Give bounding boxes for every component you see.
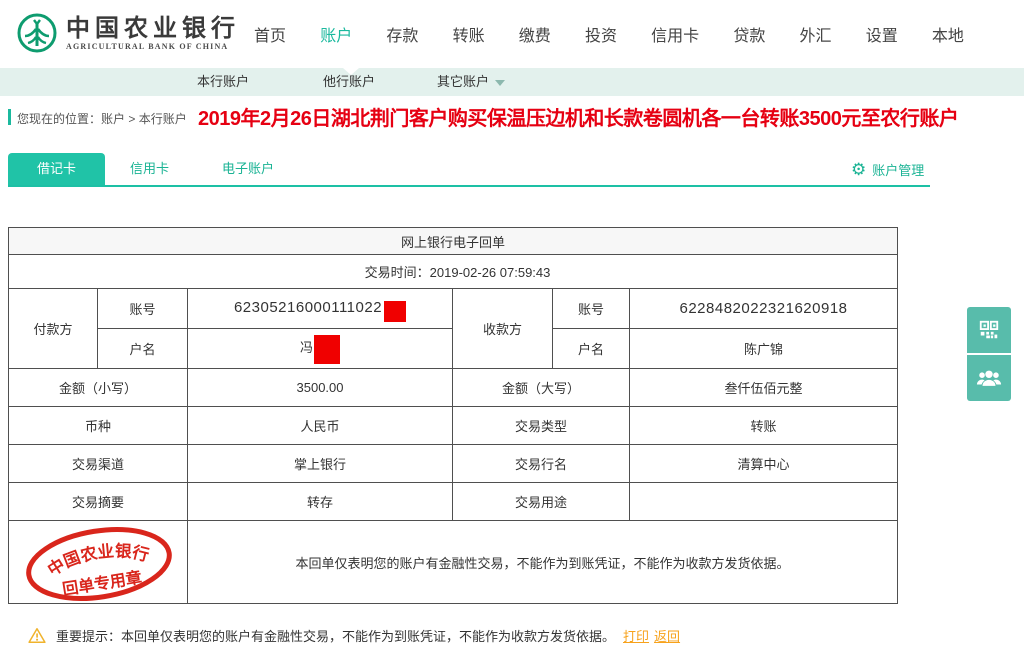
subnav-item-other-bank-accounts[interactable]: 他行账户 [323, 68, 375, 96]
payer-account-label: 账号 [97, 288, 188, 329]
account-manage-label: 账户管理 [872, 162, 925, 178]
subnav-other-label: 其它账户 [437, 74, 490, 89]
bank-name-label: 交易行名 [452, 444, 630, 483]
floating-toolbar [967, 307, 1011, 401]
bank-name-value: 清算中心 [628, 444, 899, 483]
subnav-item-own-accounts[interactable]: 本行账户 [197, 68, 249, 96]
redaction-box [314, 335, 340, 364]
nav-item-deposits[interactable]: 存款 [386, 22, 418, 46]
bank-receipt-stamp: 中国农业银行 回单专用章 [26, 527, 172, 601]
payee-name-label: 户名 [552, 328, 630, 369]
nav-item-transfer[interactable]: 转账 [453, 22, 485, 46]
payee-account-cell: 6228482022321620918 [628, 288, 899, 329]
chevron-down-icon [495, 79, 506, 86]
footer-notice: 重要提示：本回单仅表明您的账户有金融性交易，不能作为到账凭证，不能作为收款方发货… [28, 626, 988, 645]
summary-label: 交易摘要 [8, 482, 188, 521]
back-link[interactable]: 返回 [654, 626, 680, 645]
transaction-time-label: 交易时间： [364, 265, 430, 280]
nav-item-settings[interactable]: 设置 [866, 22, 898, 46]
print-link[interactable]: 打印 [623, 626, 649, 645]
payer-name-value: 冯 [299, 339, 313, 355]
breadcrumb-prefix: 您现在的位置： [17, 112, 102, 126]
breadcrumb: 您现在的位置：账户 > 本行账户 [17, 110, 187, 127]
amount-figures-label: 金额（小写） [8, 368, 188, 407]
payee-account-number: 6228482022321620918 [679, 300, 848, 317]
transaction-time-value: 2019-02-26 07:59:43 [429, 265, 551, 280]
top-navigation: 首页 账户 存款 转账 缴费 投资 信用卡 贷款 外汇 设置 本地 [254, 0, 964, 68]
important-notice-text: 重要提示：本回单仅表明您的账户有金融性交易，不能作为到账凭证，不能作为收款方发货… [56, 629, 616, 644]
nav-item-investment[interactable]: 投资 [585, 22, 617, 46]
brand-name-cn: 中国农业银行 [66, 14, 240, 42]
transaction-time-row: 交易时间：2019-02-26 07:59:43 [7, 254, 899, 289]
summary-value: 转存 [187, 482, 453, 521]
breadcrumb-accent-bar [8, 109, 11, 125]
receipt-disclaimer: 本回单仅表明您的账户有金融性交易，不能作为到账凭证，不能作为收款方发货依据。 [186, 520, 899, 604]
account-manage-button[interactable]: ⚙ 账户管理 [851, 153, 924, 185]
nav-item-forex[interactable]: 外汇 [800, 22, 832, 46]
contacts-icon [976, 370, 1002, 386]
gear-icon: ⚙ [851, 159, 867, 179]
abc-online-banking-page: 中国农业银行 AGRICULTURAL BANK OF CHINA 首页 账户 … [0, 0, 1024, 653]
breadcrumb-path: 账户 > 本行账户 [101, 112, 187, 126]
amount-figures-value: 3500.00 [187, 368, 453, 407]
stamp-cell: 中国农业银行 回单专用章 [8, 520, 188, 604]
brand-name-en: AGRICULTURAL BANK OF CHINA [66, 41, 229, 51]
purpose-value [628, 482, 899, 521]
redaction-box [384, 301, 407, 322]
payer-account-number: 62305216000111022 [233, 298, 383, 316]
qr-code-icon [979, 320, 999, 339]
payee-name-value: 陈广锦 [744, 342, 784, 357]
amount-words-label: 金额（大写） [452, 368, 630, 407]
payer-group-label: 付款方 [8, 288, 98, 369]
bank-logo[interactable]: 中国农业银行 AGRICULTURAL BANK OF CHINA [16, 12, 240, 54]
stamp-type-text: 回单专用章 [61, 568, 143, 599]
sub-navigation: 本行账户 他行账户 其它账户 [0, 68, 1024, 96]
e-receipt-table: 网上银行电子回单 交易时间：2019-02-26 07:59:43 付款方 账号… [7, 227, 899, 604]
currency-label: 币种 [8, 406, 188, 445]
subnav-item-other-accounts[interactable]: 其它账户 [437, 68, 506, 96]
receipt-title: 网上银行电子回单 [7, 227, 899, 255]
nav-item-home[interactable]: 首页 [254, 22, 286, 46]
payee-account-label: 账号 [552, 288, 630, 329]
payer-account-cell: 62305216000111022 [187, 288, 453, 329]
tab-debit-card[interactable]: 借记卡 [8, 153, 105, 185]
tab-credit-card[interactable]: 信用卡 [130, 153, 169, 185]
header: 中国农业银行 AGRICULTURAL BANK OF CHINA 首页 账户 … [0, 0, 1024, 68]
currency-value: 人民币 [187, 406, 453, 445]
payer-name-cell: 冯 [187, 328, 453, 369]
amount-words-value: 叁仟伍佰元整 [628, 368, 899, 407]
nav-item-accounts[interactable]: 账户 [320, 22, 352, 46]
channel-label: 交易渠道 [8, 444, 188, 483]
payee-group-label: 收款方 [452, 288, 553, 369]
account-tabs: 借记卡 信用卡 电子账户 ⚙ 账户管理 [0, 153, 1024, 187]
warning-icon [28, 628, 46, 643]
channel-value: 掌上银行 [187, 444, 453, 483]
purpose-label: 交易用途 [452, 482, 630, 521]
abc-bank-logo-icon [17, 13, 57, 53]
qr-code-button[interactable] [967, 307, 1011, 353]
contacts-button[interactable] [967, 355, 1011, 401]
red-annotation-text: 2019年2月26日湖北荆门客户购买保温压边机和长款卷圆机各一台转账3500元至… [198, 108, 959, 130]
tab-electronic-account[interactable]: 电子账户 [222, 153, 274, 185]
transaction-type-label: 交易类型 [452, 406, 630, 445]
nav-item-loans[interactable]: 贷款 [733, 22, 765, 46]
payee-name-cell: 陈广锦 [628, 328, 899, 369]
nav-item-payments[interactable]: 缴费 [519, 22, 551, 46]
nav-item-local[interactable]: 本地 [932, 22, 964, 46]
nav-item-credit-card[interactable]: 信用卡 [651, 22, 699, 46]
payer-name-label: 户名 [97, 328, 188, 369]
transaction-type-value: 转账 [628, 406, 899, 445]
brand-text: 中国农业银行 AGRICULTURAL BANK OF CHINA [66, 14, 240, 51]
tabs-underline [8, 185, 930, 187]
